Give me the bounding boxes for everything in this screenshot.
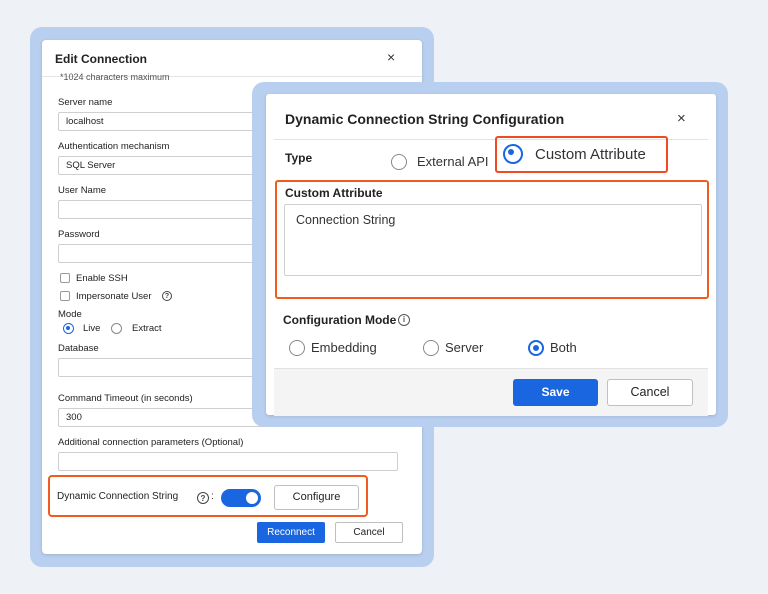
help-icon[interactable]: ? [197, 492, 209, 504]
mode-extract-label: Extract [132, 323, 162, 334]
custom-attribute-textarea[interactable]: Connection String [284, 204, 702, 276]
mode-embedding-label: Embedding [311, 340, 377, 355]
mode-both-radio[interactable] [528, 340, 544, 356]
close-icon[interactable]: × [677, 110, 686, 127]
mode-both-label: Both [550, 340, 577, 355]
enable-ssh-checkbox[interactable] [60, 273, 70, 283]
password-label: Password [58, 229, 100, 240]
type-external-api-radio[interactable] [391, 154, 407, 170]
impersonate-user-checkbox[interactable] [60, 291, 70, 301]
database-label: Database [58, 343, 99, 354]
mode-embedding-radio[interactable] [289, 340, 305, 356]
mode-server-radio[interactable] [423, 340, 439, 356]
reconnect-button[interactable]: Reconnect [257, 522, 325, 543]
custom-attribute-label: Custom Attribute [285, 186, 383, 200]
cancel-button[interactable]: Cancel [335, 522, 403, 543]
additional-params-input[interactable] [58, 452, 398, 471]
help-icon[interactable]: ? [162, 291, 172, 301]
user-name-label: User Name [58, 185, 107, 196]
dcs-dialog-title: Dynamic Connection String Configuration [285, 111, 565, 127]
mode-extract-radio[interactable] [111, 323, 122, 334]
dynamic-connection-string-toggle[interactable] [221, 489, 261, 507]
colon-text: : [211, 491, 214, 502]
mode-live-label: Live [83, 323, 101, 334]
command-timeout-label: Command Timeout (in seconds) [58, 393, 193, 404]
type-custom-attribute-label: Custom Attribute [535, 146, 646, 163]
configuration-mode-label: Configuration Mode [283, 313, 397, 327]
mode-label: Mode [58, 309, 82, 320]
enable-ssh-label: Enable SSH [76, 273, 128, 284]
type-label: Type [285, 151, 313, 165]
info-icon[interactable]: i [398, 314, 410, 326]
cancel-button[interactable]: Cancel [607, 379, 693, 406]
type-custom-attribute-radio[interactable] [503, 144, 523, 164]
save-button[interactable]: Save [513, 379, 598, 406]
mode-live-radio[interactable] [63, 323, 74, 334]
char-limit-note: *1024 characters maximum [60, 72, 170, 82]
mode-server-label: Server [445, 340, 484, 355]
server-name-label: Server name [58, 97, 113, 108]
type-external-api-label: External API [417, 154, 489, 169]
impersonate-user-label: Impersonate User [76, 291, 152, 302]
close-icon[interactable]: × [387, 49, 395, 65]
dynamic-connection-string-label: Dynamic Connection String [57, 491, 179, 502]
configure-button[interactable]: Configure [274, 485, 359, 510]
dialog-title: Edit Connection [55, 52, 147, 66]
additional-params-label: Additional connection parameters (Option… [58, 437, 244, 448]
toggle-knob [246, 492, 258, 504]
auth-mechanism-label: Authentication mechanism [58, 141, 170, 152]
